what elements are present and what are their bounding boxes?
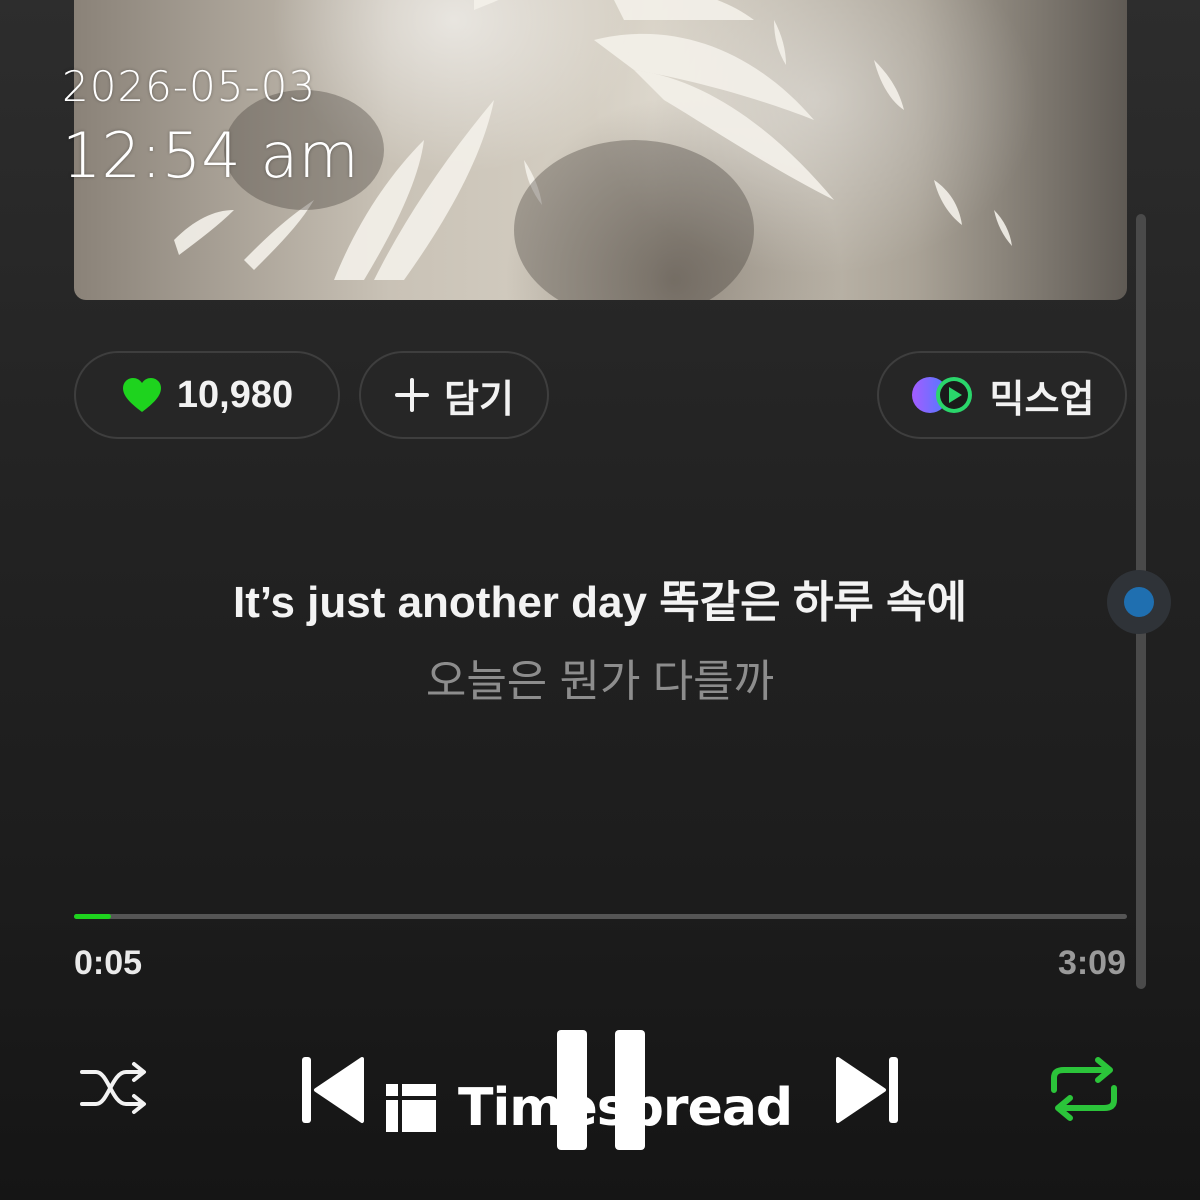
progress-fill [74, 914, 111, 919]
scrollbar-handle[interactable] [1107, 570, 1171, 634]
add-to-playlist-button[interactable]: 담기 [359, 351, 549, 439]
mixup-label: 믹스업 [989, 378, 1095, 421]
repeat-button[interactable] [1048, 1056, 1120, 1127]
lyric-next-line[interactable]: 오늘은 뭔가 다를까 [0, 645, 1200, 709]
overlay-date: 2026-05-03 [62, 62, 317, 111]
plus-icon [395, 378, 430, 412]
elapsed-time: 0:05 [74, 944, 143, 982]
next-track-button[interactable] [836, 1055, 900, 1130]
datetime-overlay: 2026-05-03 12:54 am [62, 62, 359, 196]
shuffle-button[interactable] [78, 1060, 152, 1121]
watermark-text: Timespread [458, 1078, 793, 1138]
mixup-icon [911, 377, 972, 413]
repeat-icon [1051, 1057, 1117, 1121]
shuffle-icon [80, 1062, 146, 1114]
previous-track-button[interactable] [300, 1055, 364, 1130]
progress-bar[interactable] [74, 914, 1127, 919]
add-label: 담기 [444, 378, 514, 421]
timespread-logo-icon [386, 1084, 436, 1132]
skip-previous-icon [302, 1057, 364, 1123]
watermark: Timespread [386, 1078, 793, 1138]
skip-next-icon [836, 1057, 898, 1123]
overlay-time: 12:54 am [62, 119, 359, 192]
scrollbar-handle-dot [1124, 587, 1154, 617]
lyric-current-line[interactable]: It’s just another day 똑같은 하루 속에 [0, 566, 1200, 630]
like-count: 10,980 [176, 373, 294, 416]
heart-icon [122, 378, 161, 412]
mixup-button[interactable]: 믹스업 [877, 351, 1127, 439]
like-button[interactable]: 10,980 [74, 351, 340, 439]
total-time: 3:09 [1057, 944, 1126, 982]
